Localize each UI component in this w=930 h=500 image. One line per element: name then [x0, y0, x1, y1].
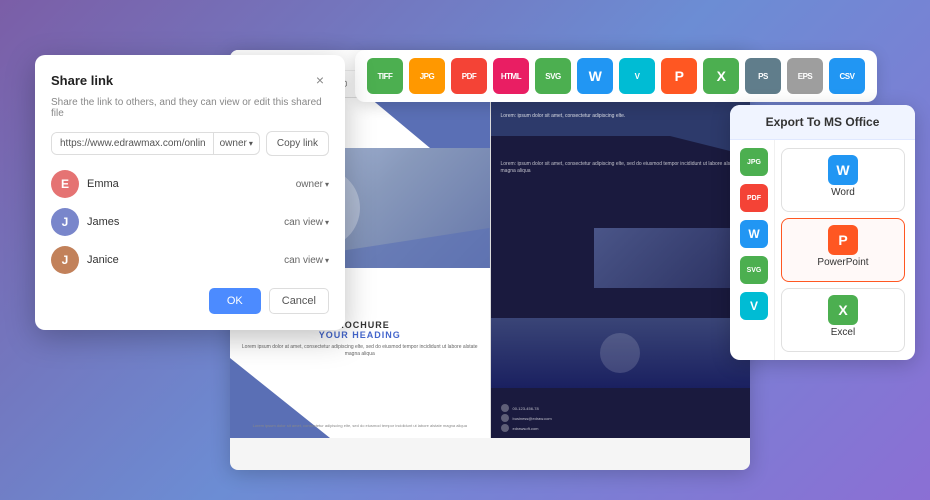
brochure-right: Lorem: ipsum dolor sit amet, consectetur… — [491, 98, 751, 438]
export-right-col: W Word P PowerPoint X Excel — [775, 140, 915, 360]
format-jpg[interactable]: JPG — [409, 58, 445, 94]
format-visio[interactable]: V — [619, 58, 655, 94]
brochure-right-top: Lorem: ipsum dolor sit amet, consectetur… — [491, 98, 751, 136]
ok-button[interactable]: OK — [209, 288, 261, 314]
format-csv[interactable]: CSV — [829, 58, 865, 94]
link-input[interactable] — [52, 133, 213, 154]
user-row-emma: E Emma owner ▾ — [51, 170, 329, 198]
brochure-right-top-text: Lorem: ipsum dolor sit amet, consectetur… — [501, 113, 741, 121]
export-panel-content: JPG PDF W SVG V W Word P PowerPoint X Ex… — [730, 140, 915, 360]
chevron-down-icon-emma: ▾ — [325, 180, 329, 189]
format-html[interactable]: HTML — [493, 58, 529, 94]
powerpoint-icon: P — [828, 225, 858, 255]
export-panel-title: Export To MS Office — [730, 105, 915, 140]
user-role-janice[interactable]: can view ▾ — [284, 255, 329, 266]
brochure-subheading: YOUR HEADING — [240, 330, 480, 340]
dialog-subtitle: Share the link to others, and they can v… — [51, 97, 329, 119]
export-mini-word[interactable]: W — [740, 220, 768, 248]
link-input-wrap: owner ▾ — [51, 132, 260, 155]
chevron-down-icon-janice: ▾ — [325, 256, 329, 265]
copy-link-button[interactable]: Copy link — [266, 131, 329, 156]
contact-info: 00-123-456-78 business@edraw.com edrawso… — [491, 400, 751, 438]
format-toolbar: TIFF JPG PDF HTML SVG W V P X PS EPS CSV — [355, 50, 877, 102]
share-dialog: Share link × Share the link to others, a… — [35, 55, 345, 330]
export-powerpoint-option[interactable]: P PowerPoint — [781, 218, 905, 282]
phone-icon — [501, 404, 509, 412]
cancel-button[interactable]: Cancel — [269, 288, 329, 314]
contact-email-row: business@edraw.com — [501, 414, 741, 422]
format-svg[interactable]: SVG — [535, 58, 571, 94]
chevron-down-icon: ▾ — [249, 139, 253, 148]
export-mini-visio[interactable]: V — [740, 292, 768, 320]
brochure-right-mid-text: Lorem: ipsum dolor sit amet, consectetur… — [501, 161, 741, 176]
export-word-option[interactable]: W Word — [781, 148, 905, 212]
contact-phone: 00-123-456-78 — [513, 406, 539, 411]
export-panel: Export To MS Office JPG PDF W SVG V W Wo… — [730, 105, 915, 360]
dialog-header: Share link × — [51, 71, 329, 89]
format-xls[interactable]: X — [703, 58, 739, 94]
export-mini-pdf[interactable]: PDF — [740, 184, 768, 212]
avatar-janice: J — [51, 246, 79, 274]
format-word[interactable]: W — [577, 58, 613, 94]
user-row-james: J James can view ▾ — [51, 208, 329, 236]
excel-label: Excel — [831, 327, 855, 338]
user-name-janice: Janice — [87, 254, 276, 266]
export-mini-svg[interactable]: SVG — [740, 256, 768, 284]
user-name-james: James — [87, 216, 276, 228]
close-button[interactable]: × — [311, 71, 329, 89]
brochure-body: Lorem ipsum dolor at amet, consectetur a… — [240, 344, 480, 358]
format-eps[interactable]: EPS — [787, 58, 823, 94]
permission-label: owner — [220, 138, 247, 149]
avatar-james: J — [51, 208, 79, 236]
format-tiff[interactable]: TIFF — [367, 58, 403, 94]
contact-email: business@edraw.com — [513, 416, 552, 421]
brochure-footer: Lorem ipsum dolor sit amet, consectetur … — [240, 423, 480, 428]
format-ps[interactable]: PS — [745, 58, 781, 94]
user-role-emma[interactable]: owner ▾ — [296, 179, 329, 190]
word-label: Word — [831, 187, 855, 198]
powerpoint-label: PowerPoint — [817, 257, 868, 268]
contact-web-row: edrawsoft.com — [501, 424, 741, 432]
email-icon — [501, 414, 509, 422]
user-row-janice: J Janice can view ▾ — [51, 246, 329, 274]
excel-icon: X — [828, 295, 858, 325]
format-ppt[interactable]: P — [661, 58, 697, 94]
export-left-col: JPG PDF W SVG V — [730, 140, 775, 360]
contact-web: edrawsoft.com — [513, 426, 539, 431]
avatar-emma: E — [51, 170, 79, 198]
chevron-down-icon-james: ▾ — [325, 218, 329, 227]
link-row: owner ▾ Copy link — [51, 131, 329, 156]
dialog-footer: OK Cancel — [51, 288, 329, 314]
word-icon: W — [828, 155, 858, 185]
web-icon — [501, 424, 509, 432]
contact-phone-row: 00-123-456-78 — [501, 404, 741, 412]
format-pdf[interactable]: PDF — [451, 58, 487, 94]
link-permission-dropdown[interactable]: owner ▾ — [213, 133, 259, 154]
export-mini-jpg[interactable]: JPG — [740, 148, 768, 176]
user-name-emma: Emma — [87, 178, 288, 190]
dialog-title: Share link — [51, 73, 113, 88]
user-role-james[interactable]: can view ▾ — [284, 217, 329, 228]
export-excel-option[interactable]: X Excel — [781, 288, 905, 352]
